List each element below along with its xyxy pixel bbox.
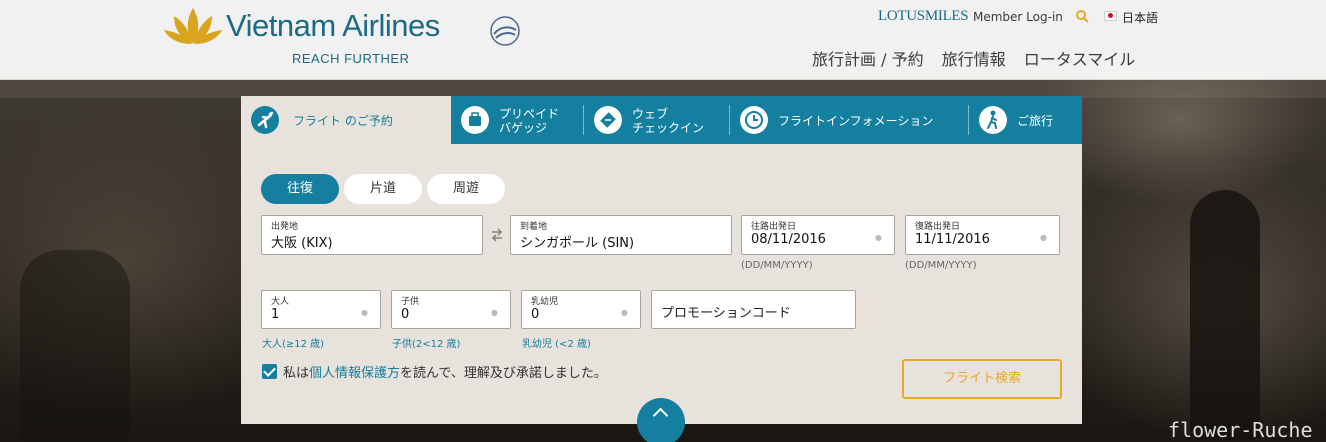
member-login-link[interactable]: Member Log-in bbox=[973, 10, 1063, 24]
field-value: シンガポール (SIN) bbox=[520, 236, 635, 251]
date-format-hint: (DD/MM/YYYY) bbox=[741, 260, 813, 271]
tab-label: フライトインフォメーション bbox=[778, 114, 934, 128]
tab-label: ウェブ チェックイン bbox=[632, 107, 705, 135]
trip-type-multicity[interactable]: 周遊 bbox=[427, 174, 505, 204]
vietnam-airlines-logo[interactable]: Vietnam Airlines REACH FURTHER bbox=[162, 4, 532, 70]
field-label: 乳幼児 bbox=[531, 297, 559, 307]
privacy-policy-link[interactable]: 個人情報保護方 bbox=[309, 366, 400, 381]
skyteam-icon bbox=[490, 16, 520, 46]
search-icon[interactable] bbox=[1075, 9, 1089, 23]
field-label: 復路出発日 bbox=[915, 222, 961, 232]
tab-prepaid-baggage[interactable]: プリペイド バゲッジ bbox=[451, 96, 584, 144]
adults-hint: 大人(≥12 歳) bbox=[262, 339, 325, 350]
dropdown-dot-icon: ● bbox=[1040, 233, 1047, 242]
field-value: 11/11/2016 bbox=[915, 232, 990, 247]
field-value: 08/11/2016 bbox=[751, 232, 826, 247]
return-date-field[interactable]: 復路出発日 11/11/2016 ● bbox=[905, 215, 1060, 255]
booking-widget: フライト のご予約 プリペイド バゲッジ ウェブ チェックイン フライトインフォメー… bbox=[241, 96, 1082, 442]
field-value: 大阪 (KIX) bbox=[271, 236, 333, 251]
dropdown-dot-icon: ● bbox=[491, 308, 498, 317]
dropdown-dot-icon: ● bbox=[621, 308, 628, 317]
tab-flight-booking[interactable]: フライト のご予約 bbox=[241, 96, 451, 144]
nav-item-travel-planning[interactable]: 旅行計画 / 予約 bbox=[812, 50, 924, 69]
children-select[interactable]: 子供 0 ● bbox=[391, 290, 511, 329]
airplane-icon bbox=[251, 106, 279, 134]
promo-code-input[interactable]: プロモーションコード bbox=[651, 290, 856, 329]
children-hint: 子供(2<12 歳) bbox=[392, 339, 461, 350]
field-label: 出発地 bbox=[271, 222, 299, 232]
field-label: 大人 bbox=[271, 297, 290, 307]
watermark: flower-Ruche bbox=[1168, 418, 1313, 442]
agreement-checkbox[interactable] bbox=[262, 364, 277, 379]
origin-field[interactable]: 出発地 大阪 (KIX) bbox=[261, 215, 483, 255]
traveler-icon bbox=[979, 106, 1007, 134]
lotus-logo-icon bbox=[164, 8, 222, 44]
adults-select[interactable]: 大人 1 ● bbox=[261, 290, 381, 329]
tab-your-trip[interactable]: ご旅行 bbox=[969, 96, 1082, 144]
trip-type-roundtrip[interactable]: 往復 bbox=[261, 174, 339, 204]
lotusmiles-link[interactable]: LOTUSMILES bbox=[878, 8, 969, 25]
agreement-text: 私は個人情報保護方を読んで、理解及び承諾しました。 bbox=[283, 366, 607, 381]
field-value: 0 bbox=[401, 307, 410, 322]
japan-flag-icon bbox=[1104, 11, 1117, 21]
field-label: 往路出発日 bbox=[751, 222, 797, 232]
field-label: 到着地 bbox=[520, 222, 548, 232]
background-person bbox=[20, 250, 130, 442]
nav-item-lotusmiles[interactable]: ロータスマイル bbox=[1024, 50, 1136, 69]
field-value: 0 bbox=[531, 307, 540, 322]
destination-field[interactable]: 到着地 シンガポール (SIN) bbox=[510, 215, 732, 255]
dropdown-dot-icon: ● bbox=[361, 308, 368, 317]
dropdown-dot-icon: ● bbox=[875, 233, 882, 242]
luggage-icon bbox=[461, 106, 489, 134]
language-selector[interactable]: 日本語 bbox=[1122, 9, 1158, 26]
clock-icon bbox=[740, 106, 768, 134]
brand-tagline: REACH FURTHER bbox=[292, 51, 410, 66]
collapse-up-button[interactable] bbox=[637, 398, 685, 442]
date-format-hint: (DD/MM/YYYY) bbox=[905, 260, 977, 271]
field-label: 子供 bbox=[401, 297, 420, 307]
promo-placeholder: プロモーションコード bbox=[661, 306, 791, 321]
trip-type-oneway[interactable]: 片道 bbox=[344, 174, 422, 204]
site-header: Vietnam Airlines REACH FURTHER LOTUSMILE… bbox=[0, 0, 1326, 80]
swap-icon[interactable] bbox=[490, 228, 504, 242]
ticket-icon bbox=[594, 106, 622, 134]
nav-item-travel-info[interactable]: 旅行情報 bbox=[942, 50, 1006, 69]
depart-date-field[interactable]: 往路出発日 08/11/2016 ● bbox=[741, 215, 895, 255]
tab-label: フライト のご予約 bbox=[293, 114, 393, 128]
tab-web-checkin[interactable]: ウェブ チェックイン bbox=[584, 96, 730, 144]
field-value: 1 bbox=[271, 307, 280, 322]
flight-search-button[interactable]: フライト検索 bbox=[902, 359, 1062, 399]
tab-label: プリペイド バゲッジ bbox=[499, 107, 560, 135]
booking-tabs: フライト のご予約 プリペイド バゲッジ ウェブ チェックイン フライトインフォメー… bbox=[241, 96, 1082, 144]
infants-select[interactable]: 乳幼児 0 ● bbox=[521, 290, 641, 329]
main-navigation: 旅行計画 / 予約 旅行情報 ロータスマイル bbox=[812, 46, 1148, 70]
tab-label: ご旅行 bbox=[1017, 114, 1054, 128]
tab-flight-information[interactable]: フライトインフォメーション bbox=[730, 96, 969, 144]
brand-name: Vietnam Airlines bbox=[226, 8, 440, 43]
background-person bbox=[1190, 190, 1260, 440]
infants-hint: 乳幼児 (<2 歳) bbox=[522, 339, 591, 350]
